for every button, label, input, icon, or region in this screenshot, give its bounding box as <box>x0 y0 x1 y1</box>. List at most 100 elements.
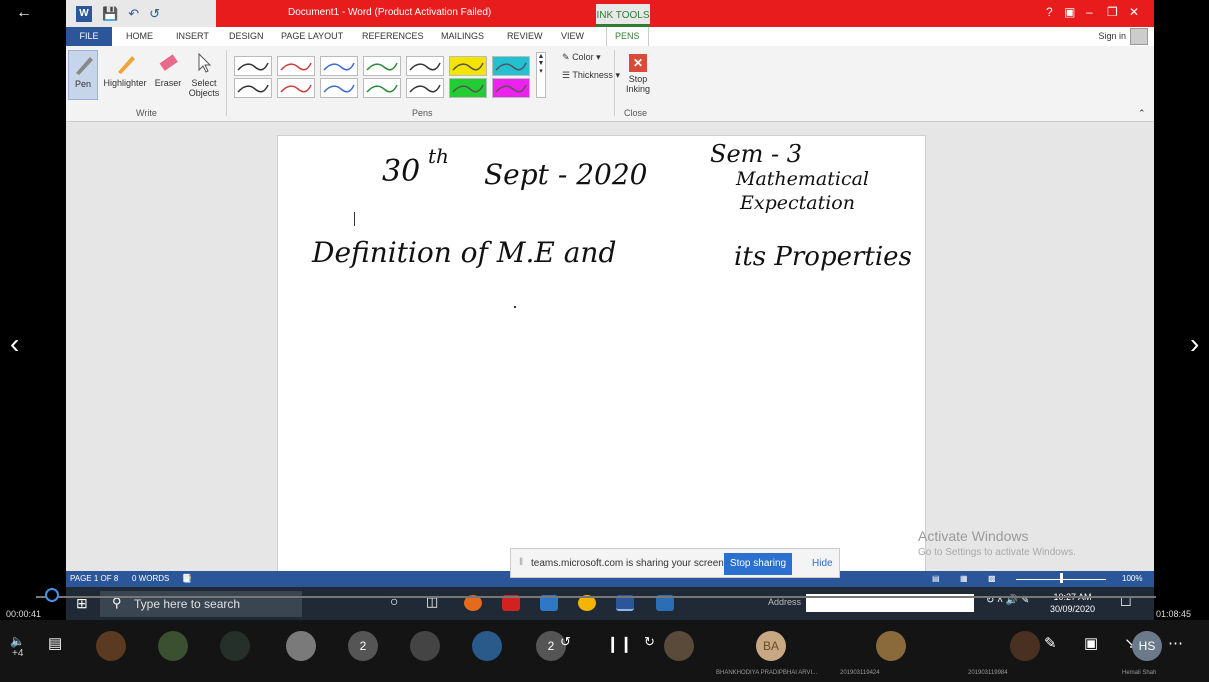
activate-windows-subtitle: Go to Settings to activate Windows. <box>918 547 1076 558</box>
participant-name: 201903119424 <box>840 670 880 676</box>
save-icon[interactable]: 💾 <box>102 6 118 22</box>
color-button[interactable]: ✎ Color ▾ <box>562 52 601 63</box>
tab-references[interactable]: REFERENCES <box>362 31 424 41</box>
pen-preset-swatch[interactable] <box>234 56 272 76</box>
participant-avatar[interactable] <box>876 631 906 661</box>
pen-preset-swatch[interactable] <box>449 56 487 76</box>
handwritten-heading-continued: its Properties <box>734 242 912 272</box>
undo-icon[interactable]: ↶ <box>128 6 139 22</box>
more-options-icon[interactable]: ⋯ <box>1168 634 1183 652</box>
extra-participants-count: +4 <box>12 648 24 659</box>
word-count[interactable]: 0 WORDS <box>132 574 169 583</box>
document-page[interactable]: 30 th Sept - 2020 Sem - 3 Mathematical E… <box>277 135 926 572</box>
pen-preset-swatch[interactable] <box>234 78 272 98</box>
pen-preset-swatch[interactable] <box>449 78 487 98</box>
tab-design[interactable]: DESIGN <box>229 31 264 41</box>
document-area: 30 th Sept - 2020 Sem - 3 Mathematical E… <box>66 122 1154 572</box>
speaker-icon[interactable]: 🔈 <box>10 634 25 648</box>
tab-view[interactable]: VIEW <box>561 31 584 41</box>
pen-preset-swatch[interactable] <box>277 56 315 76</box>
tab-page-layout[interactable]: PAGE LAYOUT <box>281 31 343 41</box>
participant-avatar[interactable] <box>664 631 694 661</box>
rewind-10-icon[interactable]: ↺ <box>560 634 571 650</box>
pause-icon[interactable]: ❙❙ <box>606 634 633 654</box>
stop-inking-label-1: Stop <box>628 74 648 84</box>
seek-track[interactable] <box>36 596 1156 598</box>
account-avatar[interactable] <box>1130 28 1148 45</box>
ribbon-display-icon[interactable]: ▣ <box>1064 5 1075 19</box>
highlighter-button[interactable]: Highlighter <box>102 50 148 88</box>
next-chevron-icon[interactable]: › <box>1190 328 1199 360</box>
pen-preset-swatch[interactable] <box>363 56 401 76</box>
close-icon[interactable]: ✕ <box>1129 5 1139 19</box>
group-divider <box>614 50 615 116</box>
pen-preset-swatch[interactable] <box>320 56 358 76</box>
picture-in-picture-icon[interactable]: ▣ <box>1084 634 1098 652</box>
restore-icon[interactable]: ❐ <box>1107 5 1118 19</box>
tab-insert[interactable]: INSERT <box>176 31 209 41</box>
participant-initials-ba[interactable]: BA <box>756 631 786 661</box>
participant-avatar[interactable] <box>472 631 502 661</box>
chat-icon[interactable]: ▤ <box>48 634 62 652</box>
participant-avatar[interactable] <box>220 631 250 661</box>
participant-avatar[interactable] <box>1010 631 1040 661</box>
minimize-icon[interactable]: – <box>1086 5 1093 19</box>
tab-home[interactable]: HOME <box>126 31 153 41</box>
proofing-icon[interactable]: 📑 <box>182 574 192 583</box>
page-count[interactable]: PAGE 1 OF 8 <box>70 574 118 583</box>
document-title: Document1 - Word (Product Activation Fai… <box>288 7 492 18</box>
pen-button[interactable]: Pen <box>68 50 98 100</box>
select-objects-button[interactable]: Select Objects <box>186 50 222 98</box>
text-cursor <box>354 212 355 226</box>
thickness-button[interactable]: ☰ Thickness ▾ <box>562 70 620 81</box>
tab-pens[interactable]: PENS <box>606 27 649 46</box>
print-layout-icon[interactable]: ▦ <box>960 574 968 583</box>
pen-preset-swatch[interactable] <box>492 78 530 98</box>
ribbon-tabs: FILE HOME INSERT DESIGN PAGE LAYOUT REFE… <box>66 27 1154 46</box>
previous-chevron-icon[interactable]: ‹ <box>10 328 19 360</box>
handwritten-heading: Definition of M.E and <box>312 236 617 269</box>
drag-handle-icon[interactable]: ‖ <box>519 557 523 568</box>
gallery-scroll[interactable]: ▲ ▼ ▾ <box>536 52 546 98</box>
pen-preset-swatch[interactable] <box>320 78 358 98</box>
collapse-ribbon-icon[interactable]: ⌃ <box>1138 108 1146 119</box>
zoom-slider-thumb[interactable] <box>1060 573 1063 583</box>
seek-thumb[interactable] <box>45 588 60 602</box>
participant-avatar[interactable] <box>410 631 440 661</box>
read-mode-icon[interactable]: ▤ <box>932 574 940 583</box>
pen-preset-swatch[interactable] <box>492 56 530 76</box>
select-objects-label-1: Select <box>191 78 217 88</box>
pen-preset-swatch[interactable] <box>406 56 444 76</box>
teams-screen-share-viewer: ← ‹ › W 💾 ↶ ↺ Document1 - Word (Product … <box>0 0 1209 682</box>
pen-preset-swatch[interactable] <box>363 78 401 98</box>
help-icon[interactable]: ? <box>1046 5 1053 19</box>
tab-mailings[interactable]: MAILINGS <box>441 31 484 41</box>
participant-name: 201903119984 <box>968 670 1008 676</box>
participant-avatar[interactable] <box>96 631 126 661</box>
eraser-icon <box>155 50 181 76</box>
back-arrow-icon[interactable]: ← <box>16 4 32 22</box>
stop-sharing-button[interactable]: Stop sharing <box>724 553 792 575</box>
tab-file[interactable]: FILE <box>66 27 112 46</box>
zoom-level[interactable]: 100% <box>1122 574 1142 583</box>
stop-inking-button[interactable]: ✕ Stop Inking <box>622 50 654 94</box>
sign-in-link[interactable]: Sign in <box>1098 31 1126 41</box>
web-layout-icon[interactable]: ▩ <box>988 574 996 583</box>
forward-30-icon[interactable]: ↻ <box>644 634 655 650</box>
quick-access-toolbar: W 💾 ↶ ↺ <box>66 0 216 27</box>
eraser-button[interactable]: Eraser <box>152 50 184 88</box>
write-group-label: Write <box>136 108 157 118</box>
hide-button[interactable]: Hide <box>812 558 833 569</box>
participant-initials-hs[interactable]: HS <box>1132 631 1162 661</box>
highlighter-label: Highlighter <box>103 78 147 88</box>
participant-avatar[interactable] <box>286 631 316 661</box>
pen-preset-swatch[interactable] <box>277 78 315 98</box>
thickness-label: Thickness <box>572 70 613 80</box>
redo-icon[interactable]: ↺ <box>149 6 160 22</box>
participant-count-badge[interactable]: 2 <box>348 631 378 661</box>
pen-icon <box>70 51 96 77</box>
tab-review[interactable]: REVIEW <box>507 31 543 41</box>
pen-preset-swatch[interactable] <box>406 78 444 98</box>
pen-annotate-icon[interactable]: ✎ <box>1044 634 1057 652</box>
participant-avatar[interactable] <box>158 631 188 661</box>
